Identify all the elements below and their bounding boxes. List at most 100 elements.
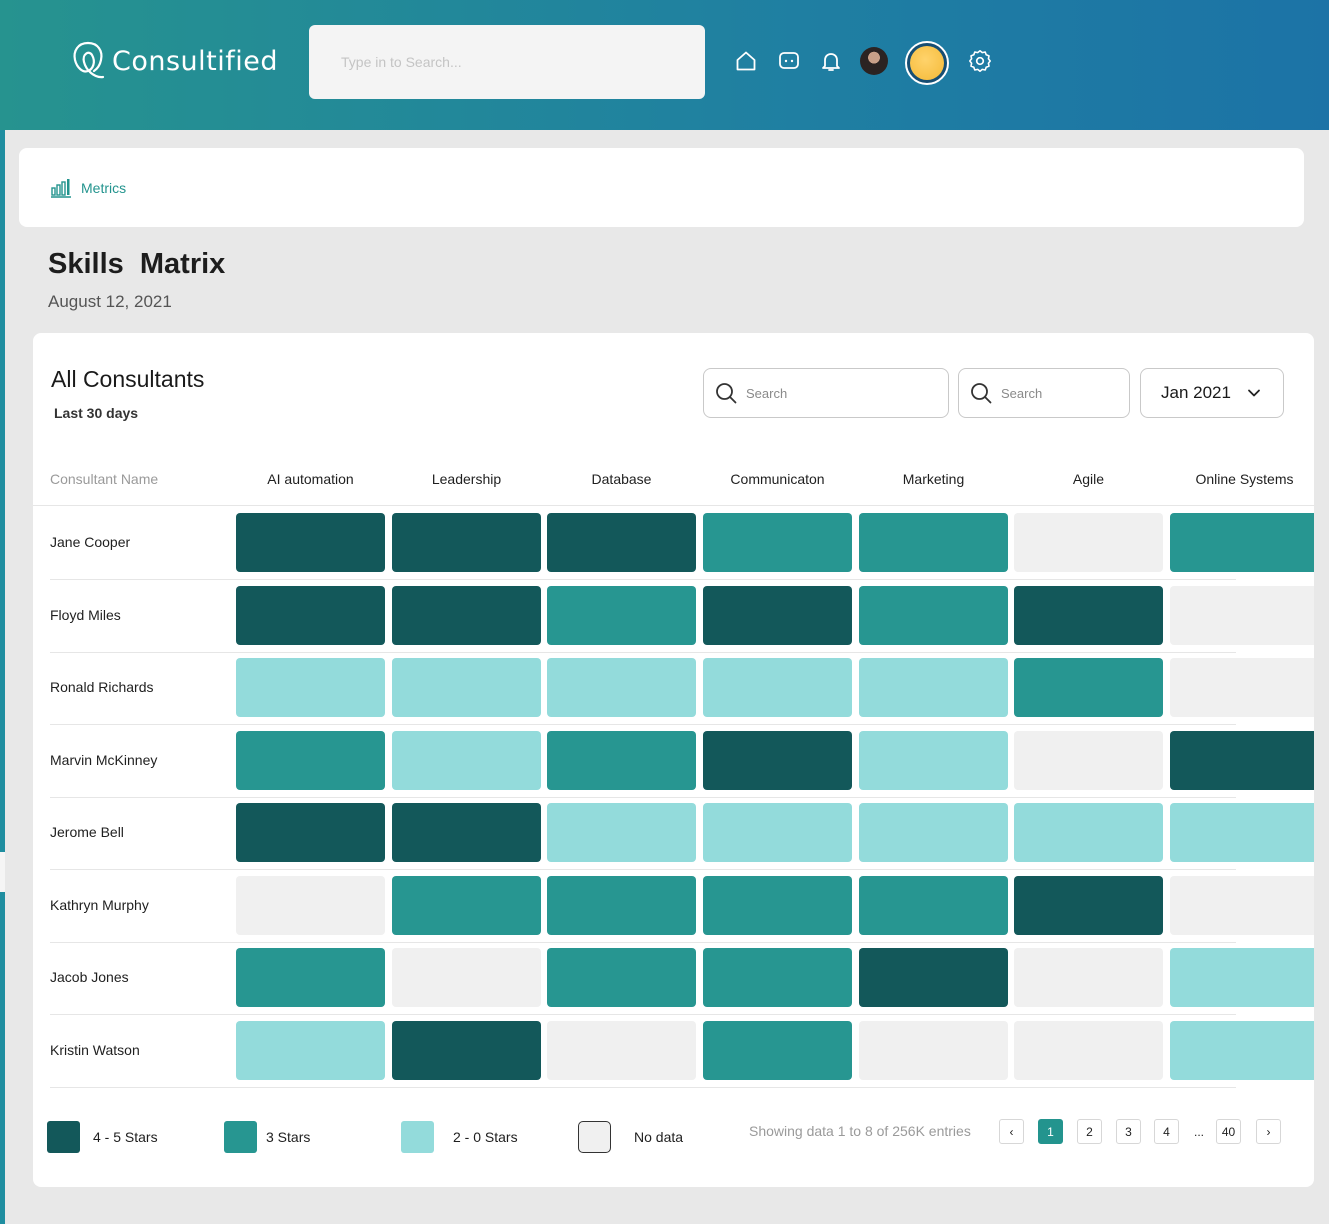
breadcrumb[interactable]: Metrics — [51, 178, 126, 198]
matrix-cell-marketing[interactable] — [859, 1020, 1008, 1080]
matrix-cell-communicaton[interactable] — [703, 730, 852, 790]
matrix-cell-communicaton[interactable] — [703, 1020, 852, 1080]
pagination-page-button[interactable]: 2 — [1077, 1119, 1102, 1144]
consultant-name[interactable]: Marvin McKinney — [50, 752, 157, 768]
matrix-cell-marketing[interactable] — [859, 875, 1008, 935]
matrix-cell-ai-automation[interactable] — [236, 730, 385, 790]
matrix-cell-database[interactable] — [547, 730, 696, 790]
matrix-cell-online-systems[interactable] — [1170, 730, 1314, 790]
pagination-page-button[interactable]: 4 — [1154, 1119, 1179, 1144]
consultant-name[interactable]: Jacob Jones — [50, 969, 129, 985]
notifications-button[interactable] — [817, 47, 845, 75]
column-header-communicaton[interactable]: Communicaton — [730, 471, 824, 487]
row-divider — [50, 651, 1236, 653]
consultant-name[interactable]: Kathryn Murphy — [50, 897, 149, 913]
column-header-ai-automation[interactable]: AI automation — [267, 471, 353, 487]
matrix-cell-database[interactable] — [547, 585, 696, 645]
matrix-cell-agile[interactable] — [1014, 803, 1163, 862]
matrix-cell-leadership[interactable] — [392, 513, 541, 572]
matrix-cell-agile[interactable] — [1014, 875, 1163, 935]
skills-matrix-card: All Consultants Last 30 days Jan 2021 Co… — [33, 333, 1314, 1187]
messages-button[interactable] — [775, 47, 803, 75]
matrix-cell-online-systems[interactable] — [1170, 875, 1314, 935]
matrix-cell-online-systems[interactable] — [1170, 948, 1314, 1007]
search-filter-2[interactable] — [958, 368, 1130, 418]
matrix-cell-online-systems[interactable] — [1170, 803, 1314, 862]
matrix-cell-ai-automation[interactable] — [236, 803, 385, 862]
global-search-input[interactable] — [309, 25, 705, 99]
matrix-cell-leadership[interactable] — [392, 730, 541, 790]
consultant-name[interactable]: Jerome Bell — [50, 824, 124, 840]
column-header-database[interactable]: Database — [592, 471, 652, 487]
matrix-cell-database[interactable] — [547, 658, 696, 717]
pagination-next-button[interactable]: › — [1256, 1119, 1281, 1144]
matrix-cell-ai-automation[interactable] — [236, 513, 385, 572]
matrix-cell-communicaton[interactable] — [703, 948, 852, 1007]
matrix-cell-database[interactable] — [547, 803, 696, 862]
pagination-prev-button[interactable]: ‹ — [999, 1119, 1024, 1144]
matrix-cell-online-systems[interactable] — [1170, 513, 1314, 572]
month-dropdown[interactable]: Jan 2021 — [1140, 368, 1284, 418]
consultant-name[interactable]: Jane Cooper — [50, 534, 130, 550]
matrix-cell-marketing[interactable] — [859, 730, 1008, 790]
row-divider — [50, 579, 1236, 580]
column-header-leadership[interactable]: Leadership — [432, 471, 501, 487]
pagination-page-button[interactable]: 1 — [1038, 1119, 1063, 1144]
matrix-cell-online-systems[interactable] — [1170, 1020, 1314, 1080]
matrix-cell-ai-automation[interactable] — [236, 948, 385, 1007]
legend-2-0-stars-swatch — [401, 1121, 434, 1153]
matrix-cell-agile[interactable] — [1014, 513, 1163, 572]
matrix-cell-agile[interactable] — [1014, 658, 1163, 717]
search-input-2[interactable] — [1001, 385, 1111, 401]
matrix-cell-agile[interactable] — [1014, 585, 1163, 645]
top-header: Consultified — [0, 0, 1329, 130]
home-icon — [736, 51, 756, 71]
matrix-cell-database[interactable] — [547, 513, 696, 572]
theme-avatar[interactable] — [905, 41, 949, 85]
matrix-cell-leadership[interactable] — [392, 658, 541, 717]
matrix-cell-leadership[interactable] — [392, 585, 541, 645]
matrix-cell-marketing[interactable] — [859, 513, 1008, 572]
pagination-last-page-button[interactable]: 40 — [1216, 1119, 1241, 1144]
search-input-1[interactable] — [746, 385, 896, 401]
matrix-cell-communicaton[interactable] — [703, 803, 852, 862]
consultant-name[interactable]: Ronald Richards — [50, 679, 154, 695]
matrix-cell-leadership[interactable] — [392, 875, 541, 935]
matrix-cell-online-systems[interactable] — [1170, 585, 1314, 645]
column-header-marketing[interactable]: Marketing — [903, 471, 964, 487]
consultant-name[interactable]: Kristin Watson — [50, 1042, 140, 1058]
column-header-name[interactable]: Consultant Name — [50, 471, 158, 487]
matrix-cell-marketing[interactable] — [859, 803, 1008, 862]
matrix-cell-agile[interactable] — [1014, 1020, 1163, 1080]
consultant-name[interactable]: Floyd Miles — [50, 607, 121, 623]
page-date: August 12, 2021 — [48, 292, 172, 311]
matrix-cell-leadership[interactable] — [392, 803, 541, 862]
matrix-cell-database[interactable] — [547, 1020, 696, 1080]
matrix-cell-online-systems[interactable] — [1170, 658, 1314, 717]
column-header-online-systems[interactable]: Online Systems — [1195, 471, 1293, 487]
matrix-cell-leadership[interactable] — [392, 1020, 541, 1080]
matrix-cell-communicaton[interactable] — [703, 658, 852, 717]
matrix-cell-leadership[interactable] — [392, 948, 541, 1007]
matrix-cell-ai-automation[interactable] — [236, 1020, 385, 1080]
matrix-cell-database[interactable] — [547, 875, 696, 935]
matrix-cell-database[interactable] — [547, 948, 696, 1007]
matrix-cell-communicaton[interactable] — [703, 585, 852, 645]
matrix-cell-ai-automation[interactable] — [236, 585, 385, 645]
matrix-cell-marketing[interactable] — [859, 658, 1008, 717]
brand-logo[interactable]: Consultified — [70, 40, 278, 82]
matrix-cell-marketing[interactable] — [859, 585, 1008, 645]
matrix-cell-communicaton[interactable] — [703, 513, 852, 572]
matrix-cell-marketing[interactable] — [859, 948, 1008, 1007]
search-filter-1[interactable] — [703, 368, 949, 418]
matrix-cell-agile[interactable] — [1014, 948, 1163, 1007]
column-header-agile[interactable]: Agile — [1073, 471, 1104, 487]
home-button[interactable] — [732, 47, 760, 75]
matrix-cell-ai-automation[interactable] — [236, 875, 385, 935]
settings-button[interactable] — [966, 47, 994, 75]
matrix-cell-agile[interactable] — [1014, 730, 1163, 790]
user-avatar[interactable] — [860, 47, 888, 75]
matrix-cell-ai-automation[interactable] — [236, 658, 385, 717]
pagination-page-button[interactable]: 3 — [1116, 1119, 1141, 1144]
matrix-cell-communicaton[interactable] — [703, 875, 852, 935]
